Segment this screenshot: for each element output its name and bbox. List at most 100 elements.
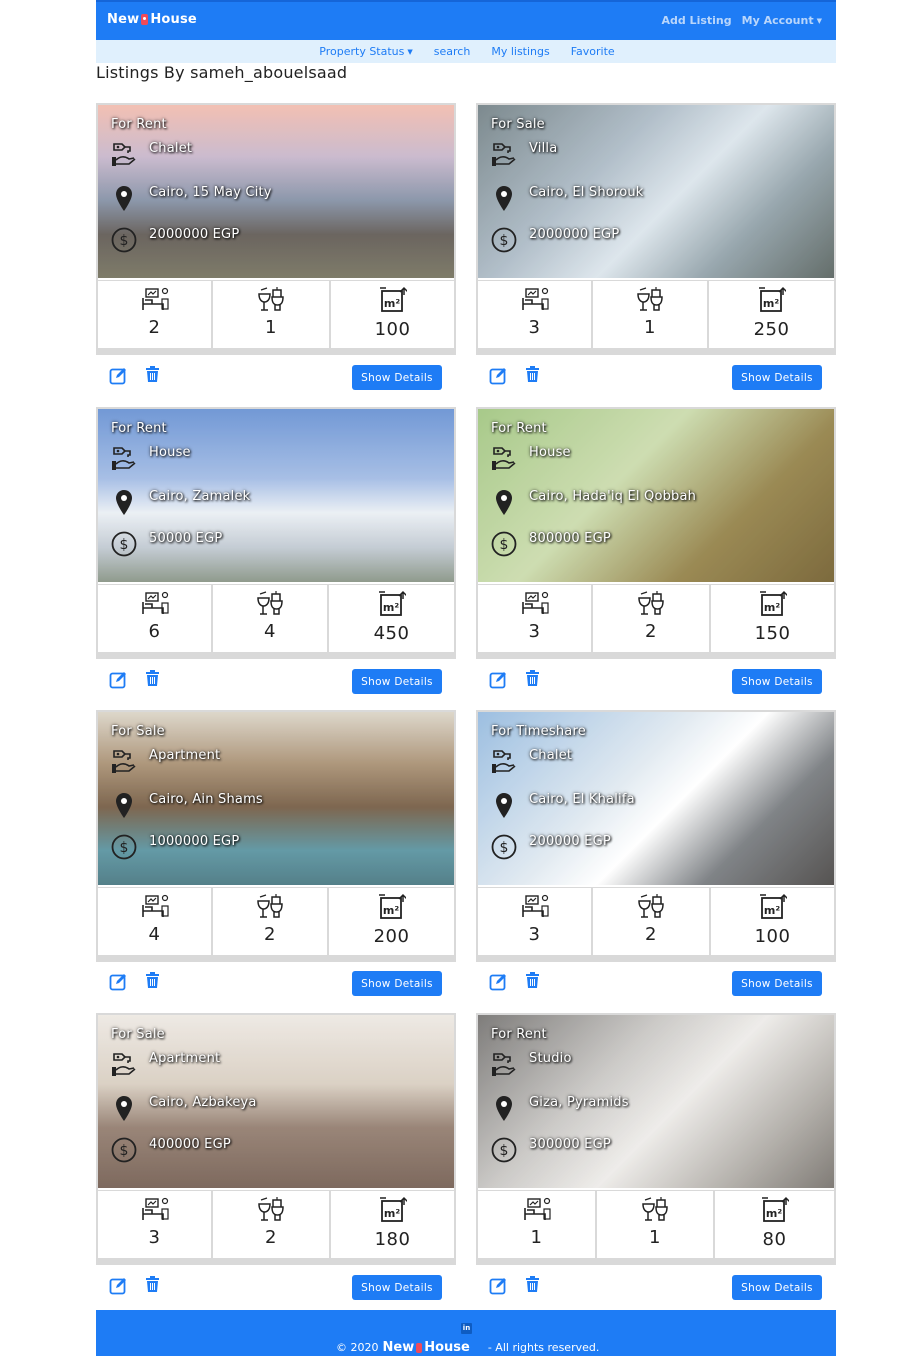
- trash-icon[interactable]: [525, 670, 540, 691]
- property-location: Cairo, El Khalifa: [529, 792, 635, 807]
- favorite-link[interactable]: Favorite: [571, 45, 615, 58]
- bath-icon: [256, 590, 284, 620]
- listing-photo[interactable]: For Sale Apartment Cairo, Azbakeya $400000 …: [98, 1015, 454, 1188]
- bedrooms-stat: 3: [478, 888, 593, 959]
- listing-actions: Show Details: [476, 967, 836, 997]
- key-hand-icon: [111, 1050, 137, 1082]
- house-pin-icon: [141, 14, 149, 25]
- show-details-button[interactable]: Show Details: [732, 365, 822, 390]
- listing-actions: Show Details: [476, 1271, 836, 1301]
- trash-icon[interactable]: [525, 366, 540, 387]
- show-details-button[interactable]: Show Details: [352, 971, 442, 996]
- edit-icon[interactable]: [489, 1276, 508, 1299]
- show-details-button[interactable]: Show Details: [352, 1275, 442, 1300]
- listing-photo[interactable]: For Rent Chalet Cairo, 15 May City $2000000…: [98, 105, 454, 278]
- edit-icon[interactable]: [109, 366, 128, 389]
- dollar-icon: $: [491, 227, 517, 257]
- property-price: 200000 EGP: [529, 834, 611, 849]
- show-details-button[interactable]: Show Details: [732, 1275, 822, 1300]
- search-link[interactable]: search: [434, 45, 471, 58]
- bedrooms-stat: 3: [478, 281, 593, 352]
- show-details-button[interactable]: Show Details: [352, 365, 442, 390]
- listing-status: For Sale: [111, 1027, 165, 1042]
- listing-stats: 2 1 m² 100: [98, 280, 454, 352]
- listing-photo[interactable]: For Sale Apartment Cairo, Ain Shams $100000…: [98, 712, 454, 885]
- bedrooms-stat: 4: [98, 888, 213, 959]
- area-stat: m² 100: [711, 888, 834, 959]
- bedrooms-stat: 1: [478, 1191, 597, 1262]
- property-status-dropdown[interactable]: Property Status ▼: [319, 45, 413, 58]
- caret-down-icon: ▼: [407, 48, 413, 56]
- area-icon: m²: [759, 590, 789, 622]
- location-pin-icon: [495, 792, 513, 824]
- nav-right: Add Listing My Account ▼: [661, 14, 822, 27]
- property-price: 2000000 EGP: [149, 227, 240, 242]
- add-listing-link[interactable]: Add Listing: [661, 14, 731, 27]
- listing-card: For Rent Studio Giza, Pyramids $300000 EGP 1…: [476, 1013, 836, 1265]
- bed-icon: [523, 1196, 551, 1226]
- footer-brand-new: New: [382, 1340, 415, 1355]
- location-pin-icon: [495, 1095, 513, 1127]
- svg-text:m²: m²: [763, 601, 779, 614]
- edit-icon[interactable]: [109, 670, 128, 693]
- linkedin-icon[interactable]: in: [461, 1323, 472, 1334]
- listing-card: For Sale Apartment Cairo, Azbakeya $400000 …: [96, 1013, 456, 1265]
- key-hand-icon: [491, 140, 517, 172]
- trash-icon[interactable]: [525, 1276, 540, 1297]
- edit-icon[interactable]: [489, 670, 508, 693]
- edit-icon[interactable]: [109, 972, 128, 995]
- trash-icon[interactable]: [525, 972, 540, 993]
- area-value: 80: [762, 1229, 787, 1250]
- bath-icon: [637, 893, 665, 923]
- listing-card: For Rent House Cairo, Hada'iq El Qobbah $80…: [476, 407, 836, 659]
- bedrooms-stat: 2: [98, 281, 213, 352]
- property-type: Villa: [529, 141, 558, 156]
- area-icon: m²: [378, 893, 408, 925]
- bathrooms-stat: 1: [213, 281, 331, 352]
- bathrooms-stat: 2: [213, 1191, 331, 1262]
- card-divider: [478, 652, 834, 657]
- dollar-icon: $: [491, 531, 517, 561]
- bedrooms-stat: 3: [478, 585, 593, 656]
- svg-text:m²: m²: [383, 1207, 399, 1220]
- show-details-button[interactable]: Show Details: [732, 669, 822, 694]
- area-stat: m² 150: [711, 585, 834, 656]
- listing-photo[interactable]: For Sale Villa Cairo, El Shorouk $2000000 E…: [478, 105, 834, 278]
- bedrooms-stat: 3: [98, 1191, 213, 1262]
- listing-photo[interactable]: For Timeshare Chalet Cairo, El Khalifa $200…: [478, 712, 834, 885]
- listing-status: For Rent: [111, 421, 167, 436]
- listing-photo[interactable]: For Rent Studio Giza, Pyramids $300000 EGP: [478, 1015, 834, 1188]
- brand-logo[interactable]: New House: [107, 12, 197, 27]
- show-details-button[interactable]: Show Details: [352, 669, 442, 694]
- edit-icon[interactable]: [109, 1276, 128, 1299]
- area-icon: m²: [379, 1196, 409, 1228]
- listing-card: For Rent House Cairo, Zamalek $50000 EGP 6 4 m…: [96, 407, 456, 659]
- listing-actions: Show Details: [96, 665, 456, 695]
- listing-photo[interactable]: For Rent House Cairo, Zamalek $50000 EGP: [98, 409, 454, 582]
- top-navbar: New House Add Listing My Account ▼: [96, 0, 836, 40]
- edit-icon[interactable]: [489, 366, 508, 389]
- edit-icon[interactable]: [489, 972, 508, 995]
- svg-text:$: $: [120, 537, 129, 553]
- dollar-icon: $: [111, 227, 137, 257]
- bathrooms-count: 2: [645, 621, 657, 642]
- my-listings-link[interactable]: My listings: [491, 45, 549, 58]
- bathrooms-count: 1: [265, 317, 277, 338]
- trash-icon[interactable]: [145, 670, 160, 691]
- trash-icon[interactable]: [145, 1276, 160, 1297]
- location-pin-icon: [115, 489, 133, 521]
- footer-copyright: © 2020 New House - All rights reserved.: [336, 1340, 599, 1355]
- trash-icon[interactable]: [145, 972, 160, 993]
- show-details-button[interactable]: Show Details: [732, 971, 822, 996]
- listing-status: For Timeshare: [491, 724, 586, 739]
- trash-icon[interactable]: [145, 366, 160, 387]
- property-price: 300000 EGP: [529, 1137, 611, 1152]
- location-pin-icon: [495, 185, 513, 217]
- listing-photo[interactable]: For Rent House Cairo, Hada'iq El Qobbah $80…: [478, 409, 834, 582]
- area-value: 450: [373, 623, 410, 644]
- location-pin-icon: [115, 792, 133, 824]
- my-account-dropdown[interactable]: My Account ▼: [742, 14, 822, 27]
- listing-card: For Sale Villa Cairo, El Shorouk $2000000 E…: [476, 103, 836, 355]
- area-value: 250: [753, 319, 790, 340]
- dollar-icon: $: [111, 834, 137, 864]
